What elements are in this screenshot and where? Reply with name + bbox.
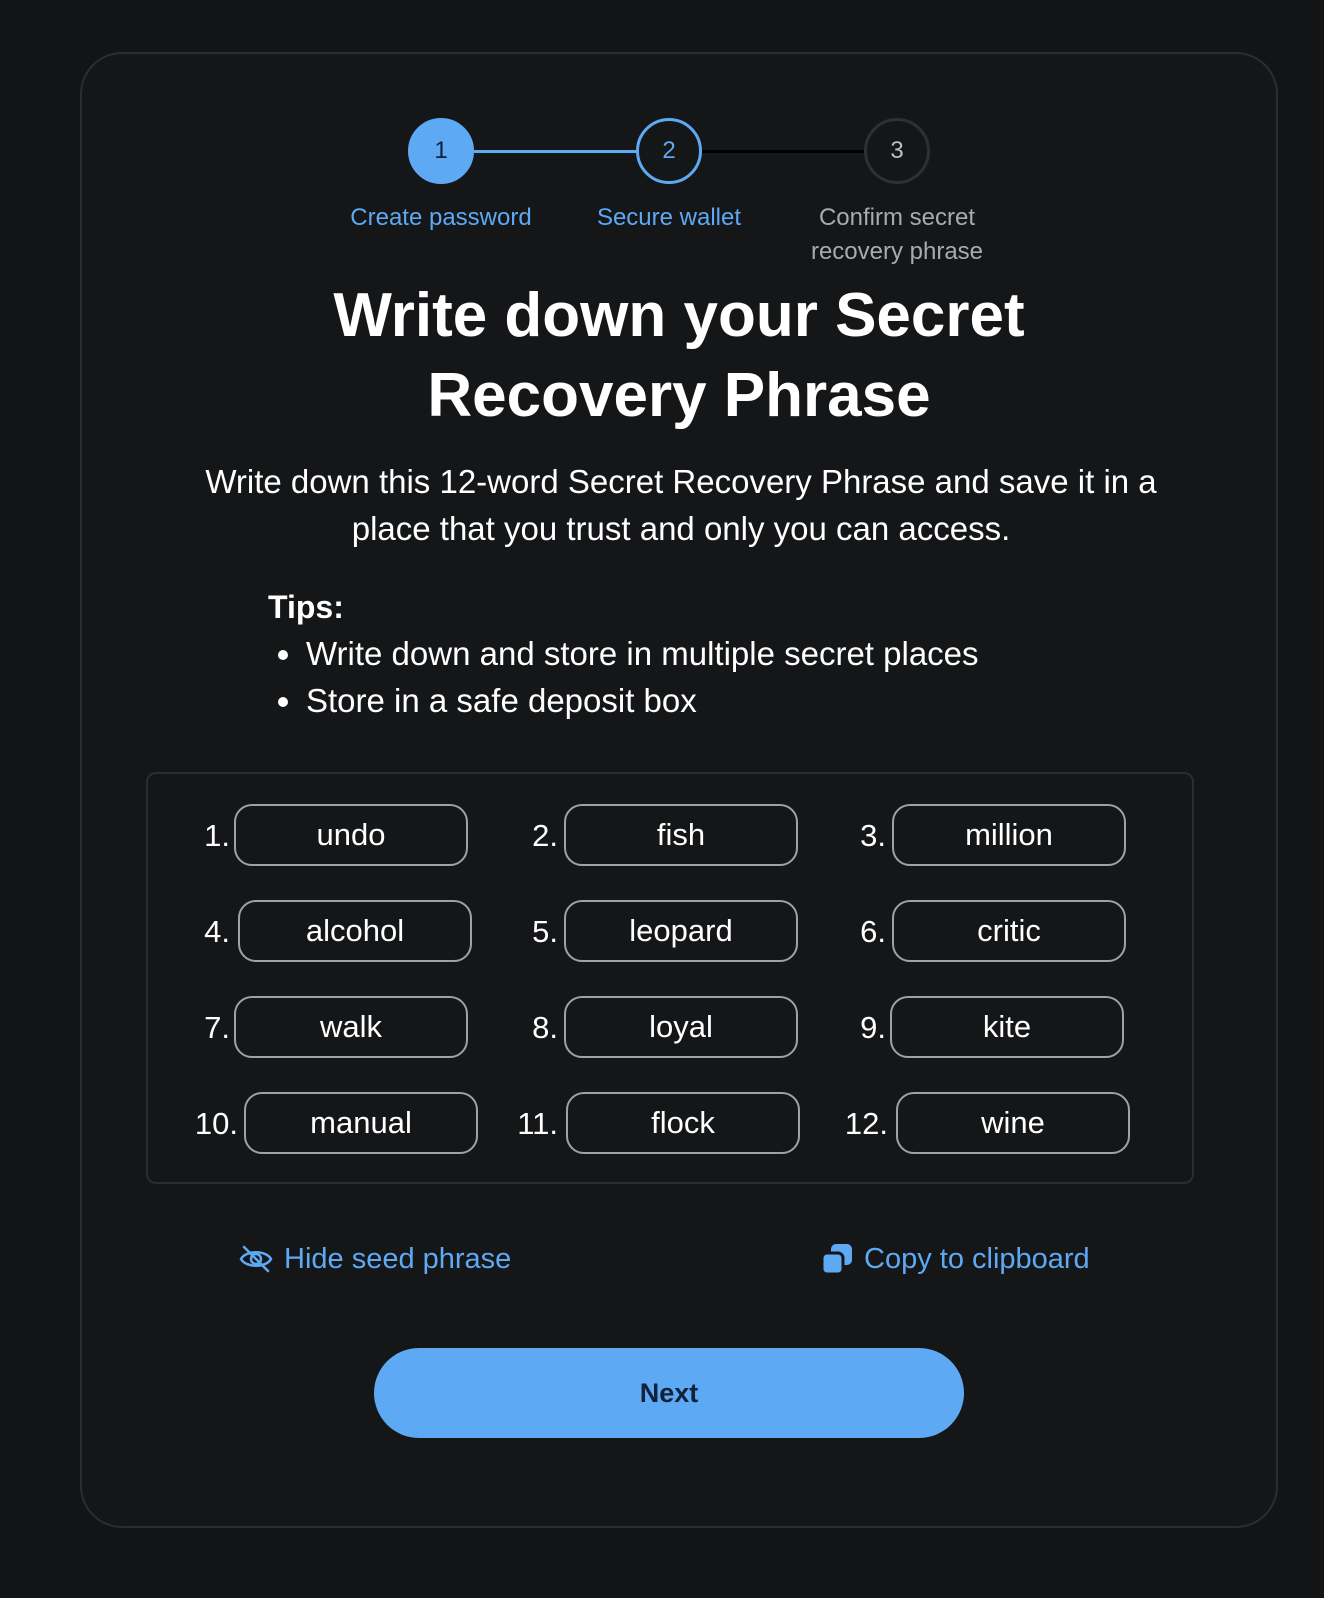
step-2-label: Secure wallet bbox=[596, 204, 742, 231]
seed-word: undo bbox=[234, 804, 468, 866]
seed-word: loyal bbox=[564, 996, 798, 1058]
word-number: 12. bbox=[844, 1106, 888, 1141]
word-number: 1. bbox=[204, 818, 230, 853]
page-title: Write down your Secret Recovery Phrase bbox=[82, 276, 1276, 436]
word-number: 9. bbox=[860, 1010, 886, 1045]
word-number: 11. bbox=[517, 1106, 558, 1141]
step-1-circle: 1 bbox=[408, 118, 474, 184]
step-1-number: 1 bbox=[434, 137, 448, 164]
copy-icon bbox=[820, 1242, 854, 1276]
page-description-line2: place that you trust and only you can ac… bbox=[351, 510, 1011, 547]
hide-seed-phrase-button[interactable]: Hide seed phrase bbox=[238, 1234, 511, 1284]
seed-phrase-grid: 1. undo 2. fish 3. million 4. alcohol 5.… bbox=[146, 772, 1194, 1184]
seed-word: alcohol bbox=[238, 900, 472, 962]
word-number: 7. bbox=[204, 1010, 230, 1045]
copy-to-clipboard-button[interactable]: Copy to clipboard bbox=[820, 1234, 1090, 1284]
seed-phrase-row: 10. manual 11. flock 12. wine bbox=[148, 1092, 1192, 1156]
page-title-line1: Write down your Secret bbox=[333, 281, 1025, 350]
step-2-number: 2 bbox=[662, 137, 676, 164]
seed-phrase-row: 1. undo 2. fish 3. million bbox=[148, 804, 1192, 868]
tip-item: Store in a safe deposit box bbox=[278, 677, 979, 724]
step-3-circle: 3 bbox=[864, 118, 930, 184]
tips-list: Write down and store in multiple secret … bbox=[268, 630, 979, 724]
seed-word: kite bbox=[890, 996, 1124, 1058]
word-number: 3. bbox=[860, 818, 886, 853]
onboarding-card: 1 2 3 Create password Secure wallet Conf… bbox=[80, 52, 1278, 1528]
word-number: 5. bbox=[532, 914, 558, 949]
seed-phrase-row: 4. alcohol 5. leopard 6. critic bbox=[148, 900, 1192, 964]
seed-word: flock bbox=[566, 1092, 800, 1154]
page-description-line1: Write down this 12-word Secret Recovery … bbox=[205, 463, 1157, 500]
step-3-label-line1: Confirm secret bbox=[818, 204, 976, 231]
stepper-line-pending bbox=[702, 150, 866, 153]
step-2-circle: 2 bbox=[636, 118, 702, 184]
seed-word: manual bbox=[244, 1092, 478, 1154]
word-number: 10. bbox=[194, 1106, 238, 1141]
word-number: 6. bbox=[860, 914, 886, 949]
word-number: 2. bbox=[532, 818, 558, 853]
eye-slash-icon bbox=[238, 1244, 274, 1274]
step-3-number: 3 bbox=[890, 137, 904, 164]
step-3-label: Confirm secret recovery phrase bbox=[777, 201, 1017, 269]
seed-word: critic bbox=[892, 900, 1126, 962]
page-description: Write down this 12-word Secret Recovery … bbox=[122, 458, 1240, 552]
copy-to-clipboard-label: Copy to clipboard bbox=[864, 1242, 1090, 1275]
step-1-label: Create password bbox=[350, 204, 532, 231]
tip-item: Write down and store in multiple secret … bbox=[278, 630, 979, 677]
hide-seed-phrase-label: Hide seed phrase bbox=[284, 1242, 512, 1275]
seed-word: leopard bbox=[564, 900, 798, 962]
next-button[interactable]: Next bbox=[374, 1348, 964, 1438]
seed-phrase-row: 7. walk 8. loyal 9. kite bbox=[148, 996, 1192, 1060]
seed-word: fish bbox=[564, 804, 798, 866]
tips-title: Tips: bbox=[268, 589, 344, 625]
seed-word: million bbox=[892, 804, 1126, 866]
tips-section: Tips: Write down and store in multiple s… bbox=[268, 584, 979, 724]
seed-word: wine bbox=[896, 1092, 1130, 1154]
page-title-line2: Recovery Phrase bbox=[427, 361, 931, 430]
word-number: 4. bbox=[204, 914, 230, 949]
stepper-line-completed bbox=[474, 150, 638, 153]
step-3-label-line2: recovery phrase bbox=[810, 238, 984, 265]
word-number: 8. bbox=[532, 1010, 558, 1045]
seed-word: walk bbox=[234, 996, 468, 1058]
